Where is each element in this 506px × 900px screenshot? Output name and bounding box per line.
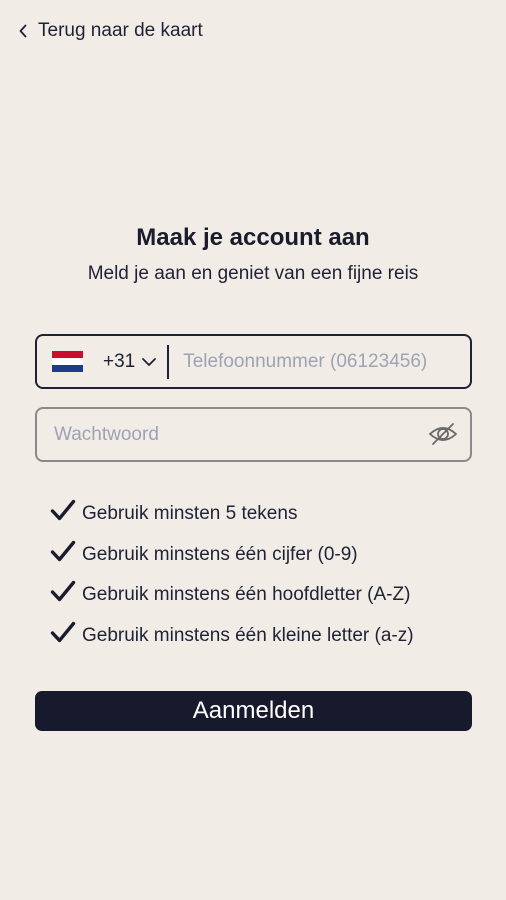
checkmark-icon [50, 621, 82, 651]
password-field [35, 407, 472, 462]
checkmark-icon [50, 580, 82, 610]
country-code-selector[interactable]: +31 [103, 351, 157, 373]
eye-off-icon[interactable] [428, 421, 458, 452]
password-rule-label: Gebruik minstens één hoofdletter (A-Z) [82, 584, 411, 606]
register-button[interactable]: Aanmelden [35, 691, 472, 731]
page-subtitle: Meld je aan en geniet van een fijne reis [87, 263, 419, 284]
password-input[interactable] [52, 422, 416, 447]
password-rules-list: Gebruik minsten 5 tekens Gebruik minsten… [50, 494, 414, 656]
password-rule-item: Gebruik minstens één cijfer (0-9) [50, 535, 414, 576]
password-rule-label: Gebruik minstens één kleine letter (a-z) [82, 624, 414, 646]
back-to-map-link[interactable]: Terug naar de kaart [18, 20, 203, 42]
chevron-left-icon [18, 23, 28, 39]
password-rule-label: Gebruik minstens één cijfer (0-9) [82, 543, 358, 565]
checkmark-icon [50, 540, 82, 570]
password-rule-item: Gebruik minstens één kleine letter (a-z) [50, 616, 414, 657]
checkmark-icon [50, 499, 82, 529]
password-rule-item: Gebruik minstens één hoofdletter (A-Z) [50, 575, 414, 616]
chevron-down-icon [141, 351, 157, 373]
password-rule-label: Gebruik minsten 5 tekens [82, 503, 298, 525]
password-rule-item: Gebruik minsten 5 tekens [50, 494, 414, 535]
netherlands-flag-icon [52, 350, 83, 373]
phone-number-input[interactable] [181, 349, 456, 374]
field-divider [167, 344, 170, 379]
country-code-label: +31 [103, 350, 136, 372]
back-link-label: Terug naar de kaart [38, 20, 203, 41]
phone-field: +31 [35, 334, 472, 389]
page-title: Maak je account aan [136, 224, 370, 251]
